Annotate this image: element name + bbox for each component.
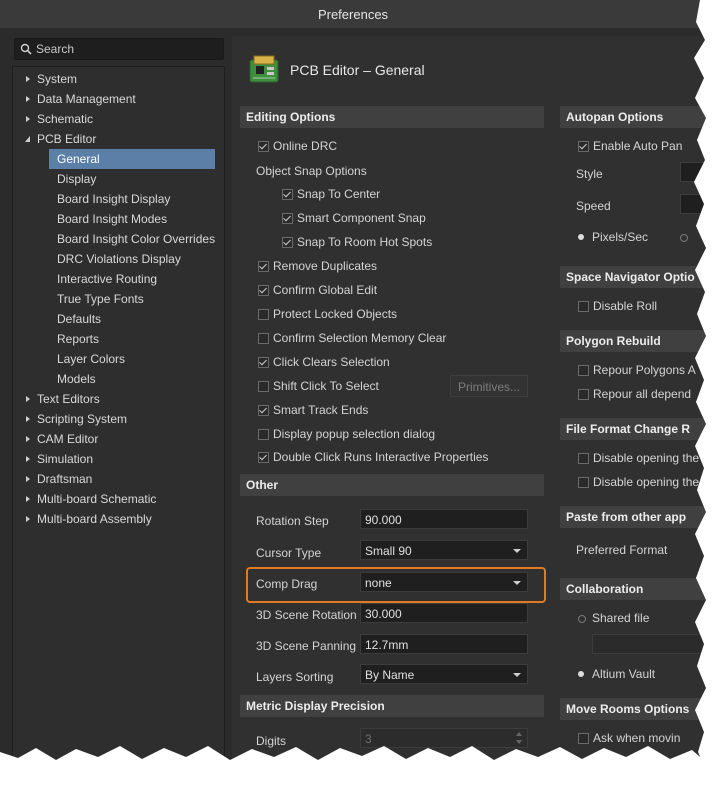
- tree-item-board-insight-color-overrides[interactable]: Board Insight Color Overrides: [49, 229, 215, 249]
- checkbox-box: [578, 141, 589, 152]
- scene-rotation-label: 3D Scene Rotation: [256, 608, 357, 622]
- section-other: Other: [240, 474, 544, 496]
- digits-spinbox[interactable]: 3: [360, 728, 528, 748]
- checkbox-box: [578, 389, 589, 400]
- scene-rotation-input[interactable]: 30.000: [360, 603, 528, 623]
- checkbox-box: [578, 733, 589, 744]
- checkbox-box: [258, 405, 269, 416]
- expand-arrow-icon: [26, 116, 30, 122]
- checkbox-box: [258, 429, 269, 440]
- style-select[interactable]: [680, 162, 706, 182]
- primitives-button[interactable]: Primitives...: [450, 375, 528, 397]
- speed-label: Speed: [576, 199, 611, 213]
- scene-panning-input[interactable]: 12.7mm: [360, 634, 528, 654]
- layers-sorting-label: Layers Sorting: [256, 670, 334, 684]
- chevron-down-icon: [513, 581, 521, 585]
- section-autopan: Autopan Options: [560, 106, 706, 128]
- section-move-rooms: Move Rooms Options: [560, 698, 706, 720]
- rotation-step-input[interactable]: 90.000: [360, 509, 528, 529]
- cursor-type-label: Cursor Type: [256, 546, 322, 560]
- section-space-navigator: Space Navigator Optio: [560, 266, 706, 288]
- chevron-down-icon: [513, 549, 521, 553]
- checkbox-box: [578, 365, 589, 376]
- checkbox-box: [578, 301, 589, 312]
- checkbox-box: [258, 357, 269, 368]
- left-panel: Search System Data Management Schematic …: [12, 36, 225, 762]
- scene-panning-label: 3D Scene Panning: [256, 639, 357, 653]
- checkbox-box: [282, 237, 293, 248]
- section-polygon-rebuild: Polygon Rebuild: [560, 330, 706, 352]
- speed-unit-radio[interactable]: [680, 227, 700, 247]
- expand-arrow-icon: [26, 416, 30, 422]
- checkbox-box: [258, 261, 269, 272]
- checkbox-box: [258, 381, 269, 392]
- cursor-type-select[interactable]: Small 90: [360, 540, 528, 560]
- expand-arrow-icon: [26, 436, 30, 442]
- checkbox-box: [282, 213, 293, 224]
- chevron-down-icon: [513, 673, 521, 677]
- checkbox-box: [258, 141, 269, 152]
- shared-file-path-input[interactable]: [592, 634, 706, 654]
- pcb-board-icon: [249, 55, 279, 83]
- radio-selected-dot: [578, 671, 584, 677]
- collapse-arrow-icon: [25, 136, 30, 142]
- comp-drag-label: Comp Drag: [256, 577, 318, 591]
- preferences-window: Preferences Search System Data Managemen…: [0, 0, 706, 762]
- section-file-format-change: File Format Change R: [560, 418, 706, 440]
- expand-arrow-icon: [26, 476, 30, 482]
- expand-arrow-icon: [26, 496, 30, 502]
- tree-item-true-type-fonts[interactable]: True Type Fonts: [49, 289, 144, 309]
- radio-empty-dot: [578, 615, 586, 623]
- checkbox-box: [258, 309, 269, 320]
- tree-item-defaults[interactable]: Defaults: [49, 309, 101, 329]
- checkbox-box: [282, 189, 293, 200]
- digits-label: Digits: [256, 734, 287, 748]
- window-title: Preferences: [317, 7, 389, 22]
- section-editing-options: Editing Options: [240, 106, 544, 128]
- style-label: Style: [576, 167, 603, 181]
- object-snap-label: Object Snap Options: [256, 164, 367, 178]
- page-title: PCB Editor – General: [290, 62, 425, 78]
- checkbox-box: [578, 453, 589, 464]
- radio-empty-dot: [680, 234, 688, 242]
- tree-item-models[interactable]: Models: [49, 369, 96, 389]
- expand-arrow-icon: [26, 516, 30, 522]
- preferred-format-label: Preferred Format: [576, 543, 668, 557]
- spin-arrows-icon: [516, 732, 522, 744]
- search-icon: [20, 43, 32, 55]
- speed-input[interactable]: [680, 194, 706, 214]
- tree-item-layer-colors[interactable]: Layer Colors: [49, 349, 125, 369]
- checkbox-box: [578, 477, 589, 488]
- expand-arrow-icon: [26, 76, 30, 82]
- comp-drag-select[interactable]: none: [360, 572, 528, 592]
- tree-item-board-insight-display[interactable]: Board Insight Display: [49, 189, 170, 209]
- expand-arrow-icon: [26, 456, 30, 462]
- expand-arrow-icon: [26, 96, 30, 102]
- checkbox-box: [258, 285, 269, 296]
- radio-selected-dot: [578, 234, 584, 240]
- expand-arrow-icon: [26, 396, 30, 402]
- tree-item-board-insight-modes[interactable]: Board Insight Modes: [49, 209, 167, 229]
- tree-item-interactive-routing[interactable]: Interactive Routing: [49, 269, 157, 289]
- settings-content: PCB Editor – General Editing Options Onl…: [232, 36, 706, 762]
- title-bar: Preferences: [0, 0, 706, 28]
- section-collaboration: Collaboration: [560, 578, 706, 600]
- tree-item-display[interactable]: Display: [49, 169, 96, 189]
- checkbox-box: [258, 333, 269, 344]
- tree-item-general[interactable]: General: [49, 149, 215, 169]
- tree-item-reports[interactable]: Reports: [49, 329, 99, 349]
- rotation-step-label: Rotation Step: [256, 514, 329, 528]
- search-input[interactable]: Search: [14, 38, 224, 60]
- checkbox-box: [258, 452, 269, 463]
- layers-sorting-select[interactable]: By Name: [360, 664, 528, 684]
- section-metric-precision: Metric Display Precision: [240, 695, 544, 717]
- section-paste-from-other-apps: Paste from other app: [560, 506, 706, 528]
- search-placeholder: Search: [36, 42, 75, 56]
- tree-item-drc-violations-display[interactable]: DRC Violations Display: [49, 249, 181, 269]
- preferences-tree: System Data Management Schematic PCB Edi…: [12, 66, 225, 762]
